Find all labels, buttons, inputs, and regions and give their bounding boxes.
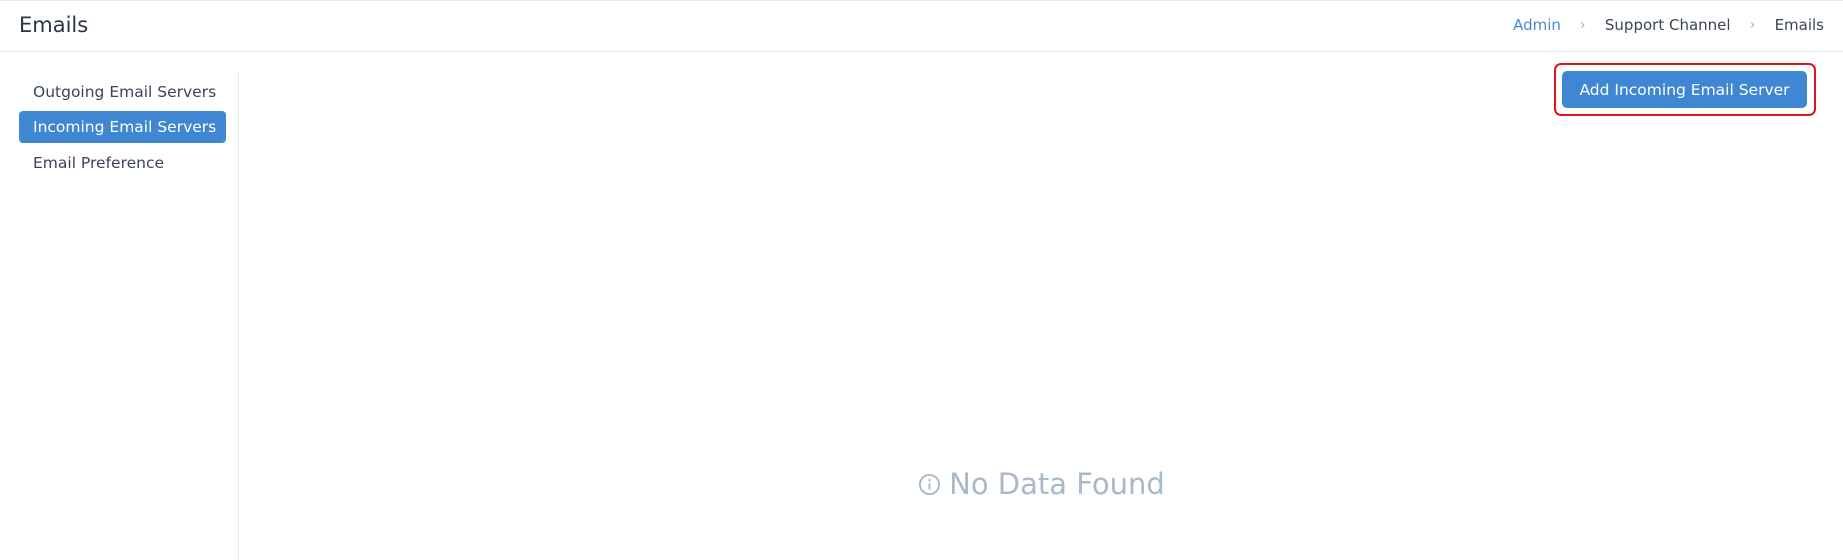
breadcrumb-support-channel: Support Channel bbox=[1604, 16, 1731, 34]
add-incoming-email-server-button[interactable]: Add Incoming Email Server bbox=[1562, 71, 1807, 108]
sidebar-item-outgoing-email-servers[interactable]: Outgoing Email Servers bbox=[19, 76, 226, 108]
page-header: Emails Admin › Support Channel › Emails bbox=[0, 0, 1843, 52]
breadcrumb-emails: Emails bbox=[1774, 16, 1824, 34]
main-content: Add Incoming Email Server No Data Found bbox=[240, 52, 1843, 560]
sidebar-item-incoming-email-servers[interactable]: Incoming Email Servers bbox=[19, 111, 226, 143]
info-circle-icon bbox=[918, 473, 941, 496]
emails-page: Emails Admin › Support Channel › Emails … bbox=[0, 0, 1843, 560]
breadcrumb-admin[interactable]: Admin bbox=[1513, 16, 1561, 34]
breadcrumb-separator-icon: › bbox=[1749, 17, 1756, 33]
page-title: Emails bbox=[19, 13, 89, 37]
add-button-highlight: Add Incoming Email Server bbox=[1554, 63, 1816, 116]
empty-state-message: No Data Found bbox=[949, 467, 1165, 501]
sidebar-item-email-preference[interactable]: Email Preference bbox=[19, 147, 226, 179]
breadcrumb-separator-icon: › bbox=[1580, 17, 1586, 33]
sidebar: Outgoing Email Servers Incoming Email Se… bbox=[0, 72, 239, 560]
empty-state: No Data Found bbox=[240, 467, 1843, 501]
breadcrumb: Admin › Support Channel › Emails bbox=[1513, 16, 1824, 34]
